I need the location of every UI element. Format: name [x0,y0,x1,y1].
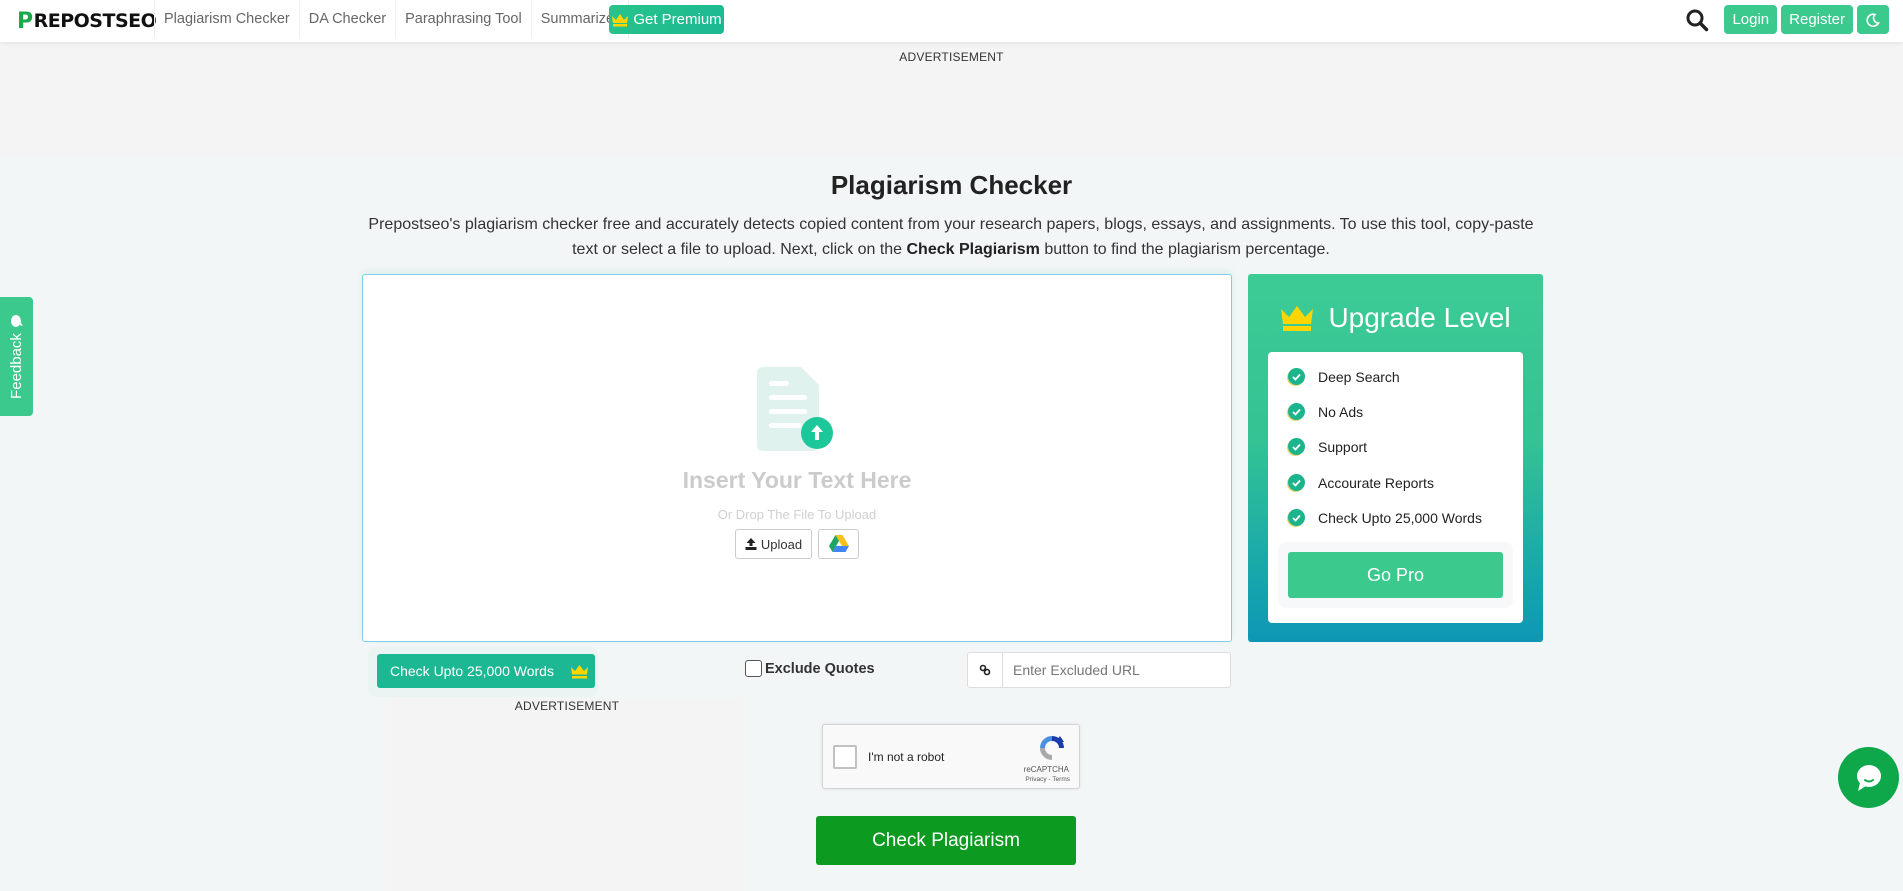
feature-item: Deep Search [1288,368,1400,385]
feature-item: Check Upto 25,000 Words [1288,509,1482,526]
description-text-2: button to find the plagiarism percentage… [1039,241,1330,258]
go-pro-wrapper: Go Pro [1278,542,1513,608]
excluded-url-input[interactable] [1003,653,1230,687]
nav-link-da-checker[interactable]: DA Checker [298,0,395,38]
check-circle-icon [1288,438,1305,455]
go-pro-button[interactable]: Go Pro [1288,552,1503,598]
get-premium-label: Get Premium [633,11,722,28]
word-limit-label: Check Upto 25,000 Words [390,663,554,679]
upload-label: Upload [760,536,803,552]
nav-link-plagiarism-checker[interactable]: Plagiarism Checker [154,0,299,38]
document-upload-icon [757,367,833,451]
moon-icon [1866,12,1880,27]
word-limit-wrapper: Check Upto 25,000 Words [368,647,598,697]
check-circle-icon [1288,368,1305,385]
check-circle-icon [1288,403,1305,420]
page-title: Plagiarism Checker [830,170,1073,200]
google-drive-icon [828,535,849,552]
feature-item: No Ads [1288,403,1363,420]
recaptcha-checkbox[interactable] [833,745,857,769]
check-circle-icon [1288,509,1305,526]
check-plagiarism-button[interactable]: Check Plagiarism [816,816,1076,865]
chat-widget-button[interactable] [1838,747,1899,808]
feature-label: Deep Search [1318,368,1400,385]
google-drive-button[interactable] [818,529,860,559]
check-upto-words-button[interactable]: Check Upto 25,000 Words [377,654,595,688]
feedback-bubble-icon [11,315,23,328]
chat-icon [1856,764,1881,791]
editor-placeholder-title: Insert Your Text Here [682,467,912,493]
feature-label: Accourate Reports [1318,474,1434,491]
crown-icon [612,13,629,26]
feature-label: Check Upto 25,000 Words [1318,509,1482,526]
login-button[interactable]: Login [1724,5,1778,34]
dark-mode-toggle[interactable] [1857,5,1889,34]
upgrade-panel: Upgrade Level Deep Search No Ads Support… [1248,274,1543,642]
register-button[interactable]: Register [1781,5,1853,34]
recaptcha-widget: I'm not a robot reCAPTCHA Privacy - Term… [822,724,1080,789]
text-input-area[interactable]: Insert Your Text Here Or Drop The File T… [362,274,1232,642]
check-circle-icon [1288,474,1305,491]
upgrade-features-card: Deep Search No Ads Support Accourate Rep… [1268,352,1523,623]
bottom-advertisement: ADVERTISEMENT [391,698,743,891]
get-premium-button[interactable]: Get Premium [609,5,724,34]
page-description: Prepostseo's plagiarism checker free and… [362,212,1540,262]
recaptcha-icon [1040,736,1064,760]
description-bold: Check Plagiarism [906,241,1040,258]
excluded-url-group [967,652,1231,688]
main-nav: Plagiarism Checker DA Checker Paraphrasi… [154,0,629,38]
upload-button[interactable]: Upload [734,529,813,559]
feature-label: Support [1318,438,1368,455]
recaptcha-label: I'm not a robot [868,750,945,764]
top-advertisement: ADVERTISEMENT [0,42,1903,157]
nav-right: Login Register [1682,5,1889,34]
search-icon[interactable] [1682,6,1712,34]
link-icon [968,653,1003,687]
feature-label: No Ads [1318,403,1364,420]
logo-text: REPOSTSEO [33,10,157,32]
logo-initial: P [17,8,33,34]
advertisement-label: ADVERTISEMENT [514,699,620,713]
top-navbar: P REPOSTSEO Plagiarism Checker DA Checke… [0,0,1903,42]
upload-icon [745,538,757,550]
exclude-quotes-label: Exclude Quotes [765,660,875,677]
feedback-label: Feedback [8,333,25,399]
advertisement-label: ADVERTISEMENT [899,50,1004,64]
nav-link-paraphrasing-tool[interactable]: Paraphrasing Tool [395,0,531,38]
upload-actions: Upload [363,529,1231,559]
feedback-tab[interactable]: Feedback [0,297,33,416]
recaptcha-links[interactable]: Privacy - Terms [1025,776,1070,783]
logo[interactable]: P REPOSTSEO [17,8,157,34]
feature-item: Accourate Reports [1288,474,1434,491]
crown-icon [570,664,588,678]
exclude-quotes-checkbox[interactable] [745,660,762,677]
exclude-quotes-option[interactable]: Exclude Quotes [745,660,875,677]
upgrade-title: Upgrade Level [1328,302,1511,333]
recaptcha-brand: reCAPTCHA [1023,765,1069,774]
editor-placeholder-subtitle: Or Drop The File To Upload [717,507,877,522]
crown-icon [1281,306,1314,331]
feature-item: Support [1288,438,1367,455]
